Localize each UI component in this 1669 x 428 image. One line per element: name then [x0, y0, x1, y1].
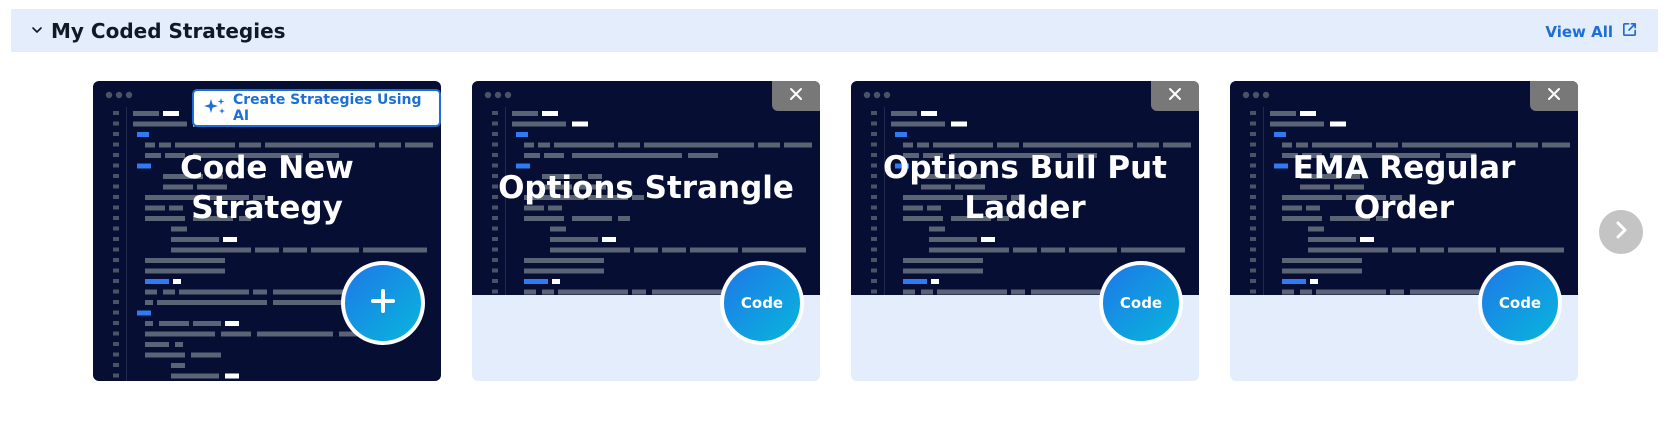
external-link-icon	[1621, 21, 1638, 42]
card-strategy[interactable]: Options Strangle Code	[472, 81, 820, 381]
code-button[interactable]: Code	[720, 261, 804, 345]
section-header: My Coded Strategies View All	[11, 9, 1658, 52]
close-button[interactable]	[772, 81, 820, 111]
close-button[interactable]	[1530, 81, 1578, 111]
close-icon	[1168, 87, 1182, 106]
carousel-next-button[interactable]	[1599, 210, 1643, 254]
add-strategy-button[interactable]	[341, 261, 425, 345]
close-icon	[789, 87, 803, 106]
plus-icon	[370, 288, 396, 318]
card-strategy[interactable]: Options Bull Put Ladder Code	[851, 81, 1199, 381]
code-button[interactable]: Code	[1478, 261, 1562, 345]
chevron-right-icon	[1611, 220, 1631, 245]
view-all-link[interactable]: View All	[1545, 21, 1638, 42]
close-button[interactable]	[1151, 81, 1199, 111]
chevron-down-icon[interactable]	[29, 22, 45, 38]
card-strategy[interactable]: EMA Regular Order Code	[1230, 81, 1578, 381]
ai-button-label: Create Strategies Using AI	[233, 92, 422, 124]
close-icon	[1547, 87, 1561, 106]
sparkles-icon	[203, 97, 227, 119]
card-code-new-strategy[interactable]: Code New Strategy Create Strategies Usin…	[93, 81, 441, 381]
create-strategies-ai-button[interactable]: Create Strategies Using AI	[192, 89, 441, 127]
view-all-label: View All	[1545, 22, 1613, 41]
section-title: My Coded Strategies	[51, 19, 286, 43]
code-button[interactable]: Code	[1099, 261, 1183, 345]
